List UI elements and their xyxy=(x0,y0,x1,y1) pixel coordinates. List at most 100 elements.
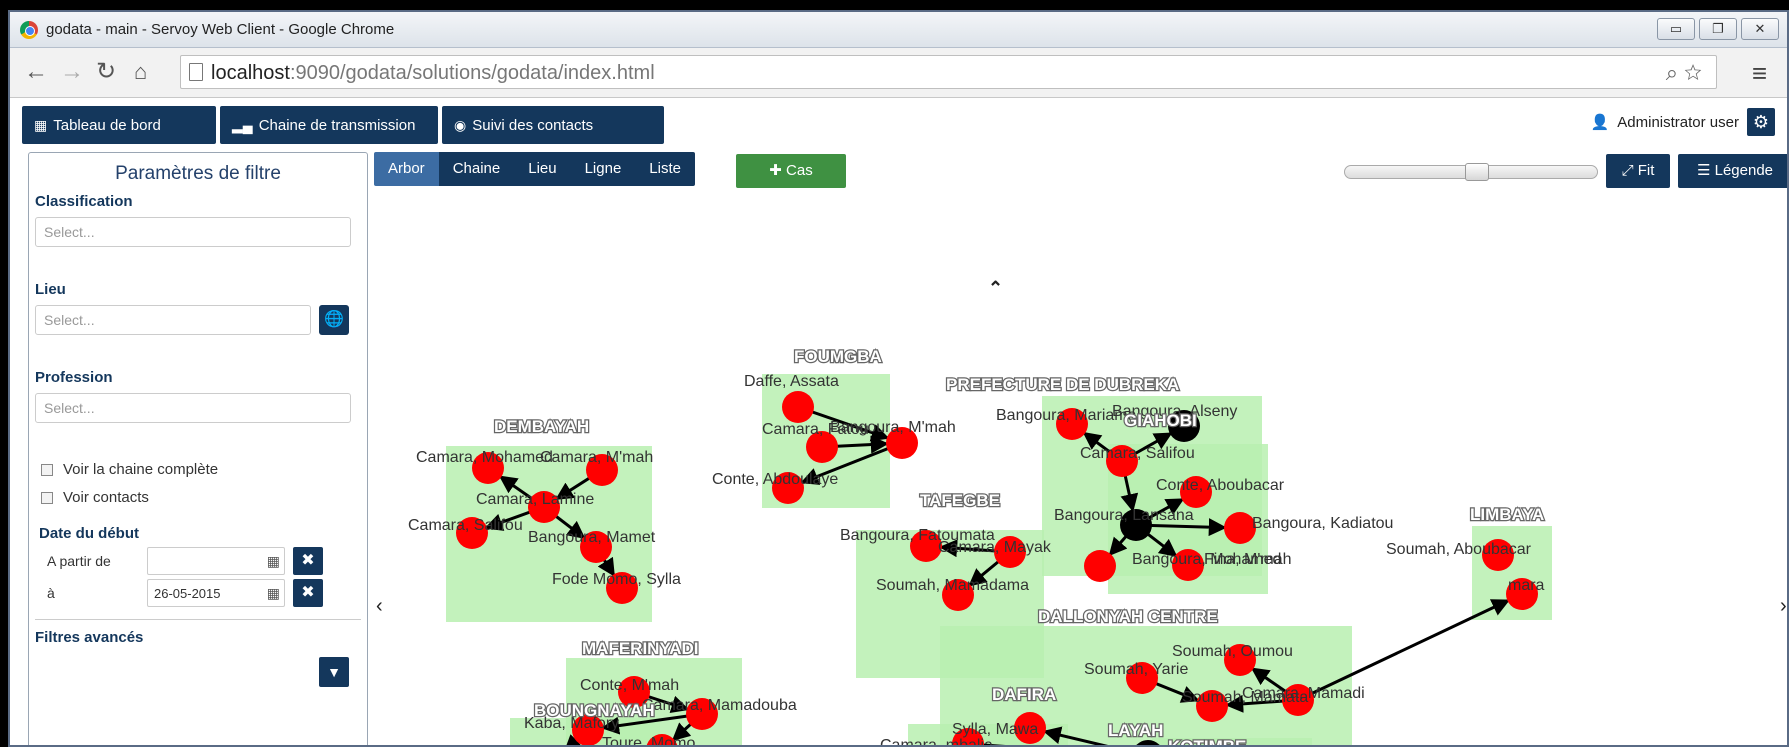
bar-chart-icon: ▂▄ xyxy=(232,116,253,133)
legend-button[interactable]: ☰ Légende xyxy=(1678,154,1787,188)
zoom-slider[interactable] xyxy=(1344,163,1598,181)
browser-window: godata - main - Servoy Web Client - Goog… xyxy=(8,10,1789,747)
to-date-input[interactable]: 26-05-2015 ▦ xyxy=(147,579,285,607)
gear-icon[interactable]: ⚙ xyxy=(1747,108,1775,136)
case-name-label: Bangoura, Kadiatou xyxy=(1252,515,1393,532)
chrome-menu-icon[interactable]: ≡ xyxy=(1752,58,1767,89)
profession-label: Profession xyxy=(35,369,113,386)
tab-arbor[interactable]: Arbor xyxy=(374,152,439,186)
location-label: Lieu xyxy=(35,281,66,298)
clear-to-button[interactable]: ✖ xyxy=(293,579,323,607)
add-case-button[interactable]: ✚ Cas xyxy=(736,154,846,188)
to-label: à xyxy=(47,585,55,601)
pan-right-icon[interactable]: › xyxy=(1780,595,1787,617)
case-name-label: Conte, M'mah xyxy=(580,677,679,694)
bookmark-star-icon[interactable]: ⌕☆ xyxy=(1666,60,1708,86)
title-bar: godata - main - Servoy Web Client - Goog… xyxy=(10,12,1787,48)
zoom-slider-thumb[interactable] xyxy=(1465,163,1489,181)
page-icon xyxy=(189,63,203,81)
show-contacts-checkbox[interactable] xyxy=(41,491,53,504)
network-graph[interactable]: Daffe, Assata Bangoura, M'mah Camara, Fato… xyxy=(372,190,1789,747)
to-date-value: 26-05-2015 xyxy=(154,586,221,601)
cluster-label: MAFERINYADI xyxy=(582,639,699,658)
graph-canvas[interactable]: Daffe, AssataBangoura, M'mahCamara, Fato… xyxy=(372,190,1789,747)
close-window-button[interactable]: ✕ xyxy=(1741,18,1779,40)
user-name[interactable]: Administrator user xyxy=(1617,114,1739,131)
expand-icon: ⤢ xyxy=(1621,162,1638,179)
globe-icon[interactable]: 🌐 xyxy=(319,305,349,335)
pan-left-icon[interactable]: ‹ xyxy=(376,595,383,617)
case-name-label: Bangoura, Mamet xyxy=(528,529,656,546)
add-case-label: Cas xyxy=(786,162,813,179)
advanced-filters-label: Filtres avancés xyxy=(35,629,144,646)
case-name-label: Bangoura, Lansana xyxy=(1054,507,1194,524)
full-chain-checkbox[interactable] xyxy=(41,463,53,476)
eye-icon: ◉ xyxy=(454,116,467,133)
cluster-label: DEMBAYAH xyxy=(494,417,589,436)
case-name-label: Soumah, Mamadama xyxy=(876,577,1029,594)
url-input[interactable]: localhost:9090/godata/solutions/godata/i… xyxy=(180,55,1717,89)
calendar-icon[interactable]: ▦ xyxy=(267,585,280,602)
view-tabs: Arbor Chaine Lieu Ligne Liste xyxy=(374,152,695,186)
tab-liste[interactable]: Liste xyxy=(635,152,695,186)
cluster-label: TAFEGBE xyxy=(920,491,1000,510)
case-name-label: Fode Momo, Sylla xyxy=(552,571,681,588)
case-name-label: Camara, mbalia xyxy=(880,737,993,747)
case-name-label: Camara, Mamadouba xyxy=(642,697,797,714)
url-path: :9090/godata/solutions/godata/index.html xyxy=(289,62,655,84)
tab-chaine[interactable]: Chaine xyxy=(438,152,515,186)
app-area: ▦ Tableau de bord ▂▄ Chaine de transmissio… xyxy=(10,98,1787,745)
cluster-label: GIAHOBI xyxy=(1124,411,1197,430)
fit-label: Fit xyxy=(1637,162,1655,179)
minimize-button[interactable]: ▭ xyxy=(1657,18,1695,40)
home-icon[interactable]: ⌂ xyxy=(134,58,147,86)
pan-up-icon[interactable]: ⌃ xyxy=(988,278,1003,298)
case-name-label: Camara, Salifou xyxy=(408,517,523,534)
case-name-label: Fina, M'mah xyxy=(1204,551,1292,568)
case-name-label: Conte, Abdoulaye xyxy=(712,471,838,488)
fit-button[interactable]: ⤢ Fit xyxy=(1606,154,1670,188)
chain-button[interactable]: ▂▄ Chaine de transmission xyxy=(220,106,438,144)
clear-from-button[interactable]: ✖ xyxy=(293,547,323,575)
classification-select[interactable]: Select... xyxy=(35,217,351,247)
cluster-label: DALLONYAH CENTRE xyxy=(1038,607,1218,626)
contacts-button[interactable]: ◉ Suivi des contacts xyxy=(442,106,664,144)
case-name-label: Camara, M'mah xyxy=(540,449,653,466)
forward-icon[interactable]: → xyxy=(60,58,84,86)
case-node[interactable] xyxy=(1084,550,1116,582)
legend-label: Légende xyxy=(1714,162,1774,179)
chrome-logo-icon xyxy=(20,21,38,39)
full-chain-label: Voir la chaine complète xyxy=(63,461,219,478)
cluster-label: PREFECTURE DE DUBREKA xyxy=(946,375,1179,394)
tab-ligne[interactable]: Ligne xyxy=(570,152,636,186)
tab-lieu[interactable]: Lieu xyxy=(514,152,571,186)
case-name-label: Camara, Mayak xyxy=(938,539,1052,556)
location-select[interactable]: Select... xyxy=(35,305,311,335)
top-navigation: ▦ Tableau de bord ▂▄ Chaine de transmissio… xyxy=(22,106,664,144)
case-name-label: Toure, Momo xyxy=(602,735,695,747)
url-host: localhost xyxy=(211,62,290,84)
case-name-label: Conte, Aboubacar xyxy=(1156,477,1285,494)
profession-select[interactable]: Select... xyxy=(35,393,351,423)
funnel-icon[interactable]: ▼ xyxy=(319,657,349,687)
address-bar: ← → ↻ ⌂ localhost:9090/godata/solutions/… xyxy=(10,48,1787,98)
show-contacts-label: Voir contacts xyxy=(63,489,149,506)
from-date-input[interactable]: ▦ xyxy=(147,547,285,575)
restore-button[interactable]: ❐ xyxy=(1699,18,1737,40)
cluster-label: BOUNGNAYAH xyxy=(534,701,655,720)
calendar-icon[interactable]: ▦ xyxy=(267,553,280,570)
dashboard-button[interactable]: ▦ Tableau de bord xyxy=(22,106,216,144)
back-icon[interactable]: ← xyxy=(24,58,48,86)
list-icon: ☰ xyxy=(1696,162,1715,179)
case-name-label: Soumah, Aboubacar xyxy=(1386,541,1532,558)
plus-icon: ✚ xyxy=(769,162,787,179)
case-name-label: Sylla, Mawa xyxy=(952,721,1038,738)
start-date-label: Date du début xyxy=(39,525,139,542)
case-node[interactable] xyxy=(782,391,814,423)
filter-panel: Paramètres de filtre Classification Sele… xyxy=(28,152,368,745)
grid-icon: ▦ xyxy=(34,116,48,133)
case-name-label: Daffe, Assata xyxy=(744,373,839,390)
dashboard-label: Tableau de bord xyxy=(53,116,161,134)
reload-icon[interactable]: ↻ xyxy=(96,58,116,86)
cluster-label: LAYAH xyxy=(1108,721,1163,740)
